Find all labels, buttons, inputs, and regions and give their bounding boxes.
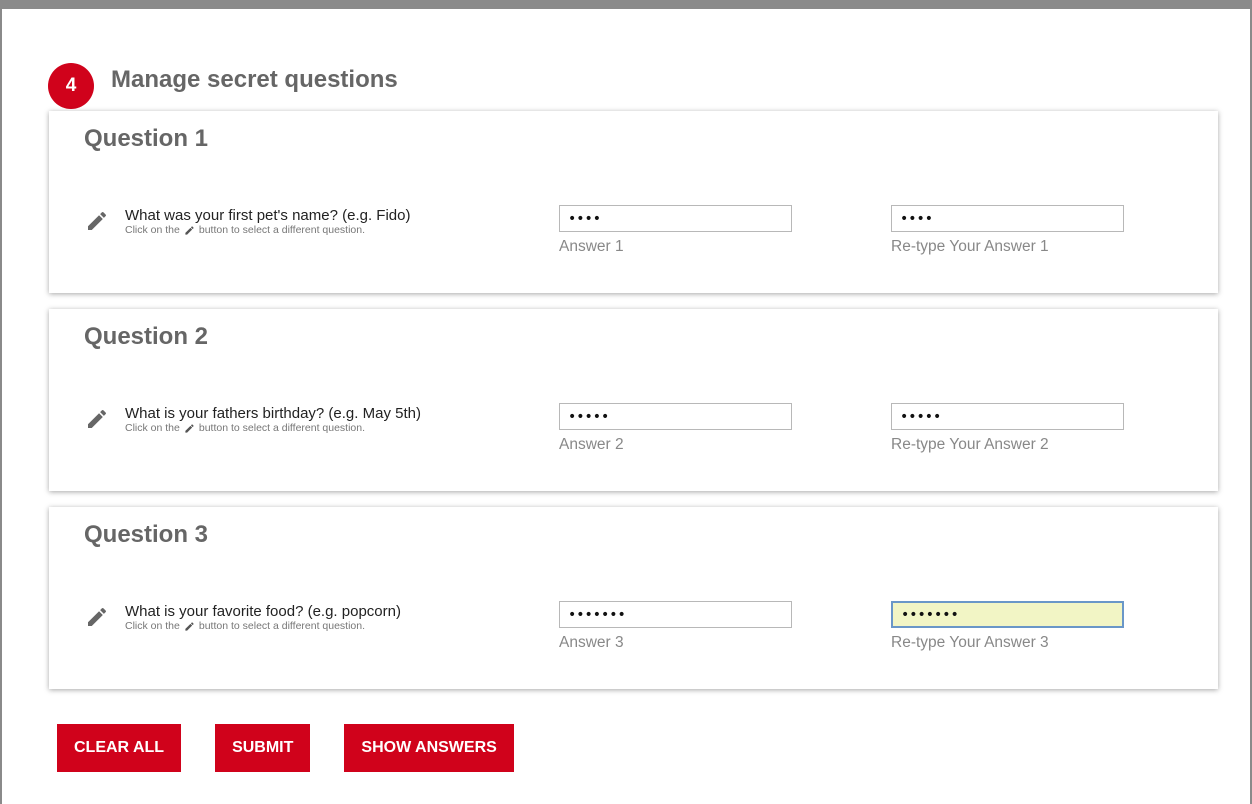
question-title: Question 3 xyxy=(84,521,209,548)
retype-label: Re-type Your Answer 1 xyxy=(891,238,1049,255)
section-header: 4 Manage secret questions xyxy=(48,63,398,109)
answer-label: Answer 1 xyxy=(559,238,624,255)
clear-all-button[interactable]: CLEAR ALL xyxy=(57,724,182,772)
answer-input-2[interactable] xyxy=(559,403,792,430)
retype-label: Re-type Your Answer 3 xyxy=(891,634,1049,651)
question-row: What is your favorite food? (e.g. popcor… xyxy=(85,603,401,632)
page-frame: 4 Manage secret questions Question 1 Wha… xyxy=(0,0,1252,804)
hint-text-before: Click on the xyxy=(125,224,180,236)
show-answers-button[interactable]: SHOW ANSWERS xyxy=(344,724,514,772)
question-hint: Click on the button to select a differen… xyxy=(125,620,401,632)
answer-field: Answer 1 xyxy=(559,205,792,256)
answer-label: Answer 3 xyxy=(559,634,624,651)
question-row: What is your fathers birthday? (e.g. May… xyxy=(85,405,421,434)
question-text: What is your favorite food? (e.g. popcor… xyxy=(125,603,401,620)
question-text: What is your fathers birthday? (e.g. May… xyxy=(125,405,421,422)
question-hint: Click on the button to select a differen… xyxy=(125,224,410,236)
pencil-icon[interactable] xyxy=(85,209,109,233)
question-title: Question 1 xyxy=(84,125,209,152)
answer-input-3[interactable] xyxy=(559,601,792,628)
question-row: What was your first pet's name? (e.g. Fi… xyxy=(85,207,410,236)
pencil-icon[interactable] xyxy=(85,407,109,431)
question-card-2: Question 2 What is your fathers birthday… xyxy=(49,309,1218,491)
hint-text-before: Click on the xyxy=(125,620,180,632)
pencil-icon xyxy=(185,225,194,235)
retype-input-1[interactable] xyxy=(891,205,1124,232)
answer-field: Answer 2 xyxy=(559,403,792,454)
retype-input-3[interactable] xyxy=(891,601,1124,628)
answer-label: Answer 2 xyxy=(559,436,624,453)
retype-field: Re-type Your Answer 3 xyxy=(891,601,1124,652)
pencil-icon[interactable] xyxy=(85,605,109,629)
section-title: Manage secret questions xyxy=(111,66,398,93)
question-hint: Click on the button to select a differen… xyxy=(125,422,421,434)
hint-text-before: Click on the xyxy=(125,422,180,434)
question-card-1: Question 1 What was your first pet's nam… xyxy=(49,111,1218,293)
answer-field: Answer 3 xyxy=(559,601,792,652)
retype-field: Re-type Your Answer 1 xyxy=(891,205,1124,256)
retype-label: Re-type Your Answer 2 xyxy=(891,436,1049,453)
hint-text-after: button to select a different question. xyxy=(198,224,366,236)
pencil-icon xyxy=(185,423,194,433)
hint-text-after: button to select a different question. xyxy=(198,620,366,632)
retype-field: Re-type Your Answer 2 xyxy=(891,403,1124,454)
question-title: Question 2 xyxy=(84,323,209,350)
pencil-icon xyxy=(185,621,194,631)
question-text: What was your first pet's name? (e.g. Fi… xyxy=(125,207,411,224)
action-buttons: CLEAR ALL SUBMIT SHOW ANSWERS xyxy=(57,724,548,772)
hint-text-after: button to select a different question. xyxy=(198,422,366,434)
submit-button[interactable]: SUBMIT xyxy=(215,724,311,772)
retype-input-2[interactable] xyxy=(891,403,1124,430)
step-badge: 4 xyxy=(48,63,94,109)
answer-input-1[interactable] xyxy=(559,205,792,232)
question-card-3: Question 3 What is your favorite food? (… xyxy=(49,507,1218,689)
